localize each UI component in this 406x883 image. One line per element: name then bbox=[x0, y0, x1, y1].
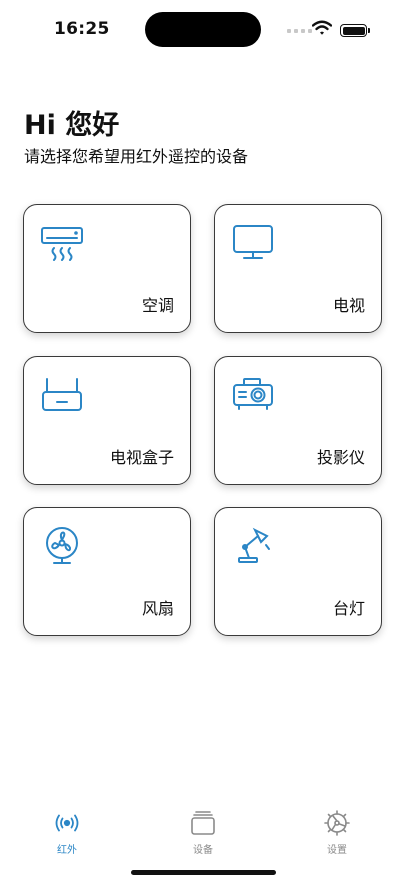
air-conditioner-icon bbox=[40, 223, 84, 263]
greeting-title: Hi 您好 bbox=[24, 110, 120, 141]
tv-box-icon bbox=[40, 375, 84, 415]
device-card-tv-box[interactable]: 电视盒子 bbox=[23, 356, 191, 485]
settings-icon bbox=[324, 810, 350, 836]
battery-cap bbox=[368, 28, 370, 33]
device-label: 风扇 bbox=[141, 599, 174, 618]
device-label: 电视盒子 bbox=[109, 448, 174, 467]
battery-icon bbox=[340, 24, 367, 37]
device-label: 台灯 bbox=[332, 599, 365, 618]
device-card-desk-lamp[interactable]: 台灯 bbox=[214, 507, 382, 636]
screen: 16:25 Hi 您好 请选择您希望用红外遥控的设备 空调 电视 电视盒子 投影… bbox=[0, 0, 406, 883]
device-card-projector[interactable]: 投影仪 bbox=[214, 356, 382, 485]
status-bar: 16:25 bbox=[0, 0, 406, 60]
tab-infrared[interactable]: 红外 bbox=[32, 810, 102, 856]
tab-label: 设备 bbox=[193, 845, 213, 856]
devices-icon bbox=[191, 811, 215, 835]
device-card-tv[interactable]: 电视 bbox=[214, 204, 382, 333]
tab-label: 设置 bbox=[327, 845, 347, 856]
dynamic-island bbox=[145, 12, 261, 47]
device-label: 电视 bbox=[332, 296, 365, 315]
device-card-air-conditioner[interactable]: 空调 bbox=[23, 204, 191, 333]
tab-settings[interactable]: 设置 bbox=[302, 810, 372, 856]
device-card-fan[interactable]: 风扇 bbox=[23, 507, 191, 636]
wifi-icon bbox=[312, 20, 332, 35]
tab-label: 红外 bbox=[57, 845, 77, 856]
tab-bar: 红外 设备 设置 bbox=[0, 800, 406, 860]
cellular-signal-icon bbox=[287, 29, 312, 33]
status-time: 16:25 bbox=[54, 19, 110, 39]
device-label: 投影仪 bbox=[316, 448, 365, 467]
desk-lamp-icon bbox=[231, 526, 275, 566]
fan-icon bbox=[40, 526, 84, 566]
tab-devices[interactable]: 设备 bbox=[168, 810, 238, 856]
infrared-icon bbox=[55, 814, 79, 832]
tv-icon bbox=[231, 223, 275, 263]
subtitle: 请选择您希望用红外遥控的设备 bbox=[24, 147, 249, 166]
home-indicator[interactable] bbox=[131, 870, 276, 875]
device-label: 空调 bbox=[141, 296, 174, 315]
projector-icon bbox=[231, 375, 275, 415]
